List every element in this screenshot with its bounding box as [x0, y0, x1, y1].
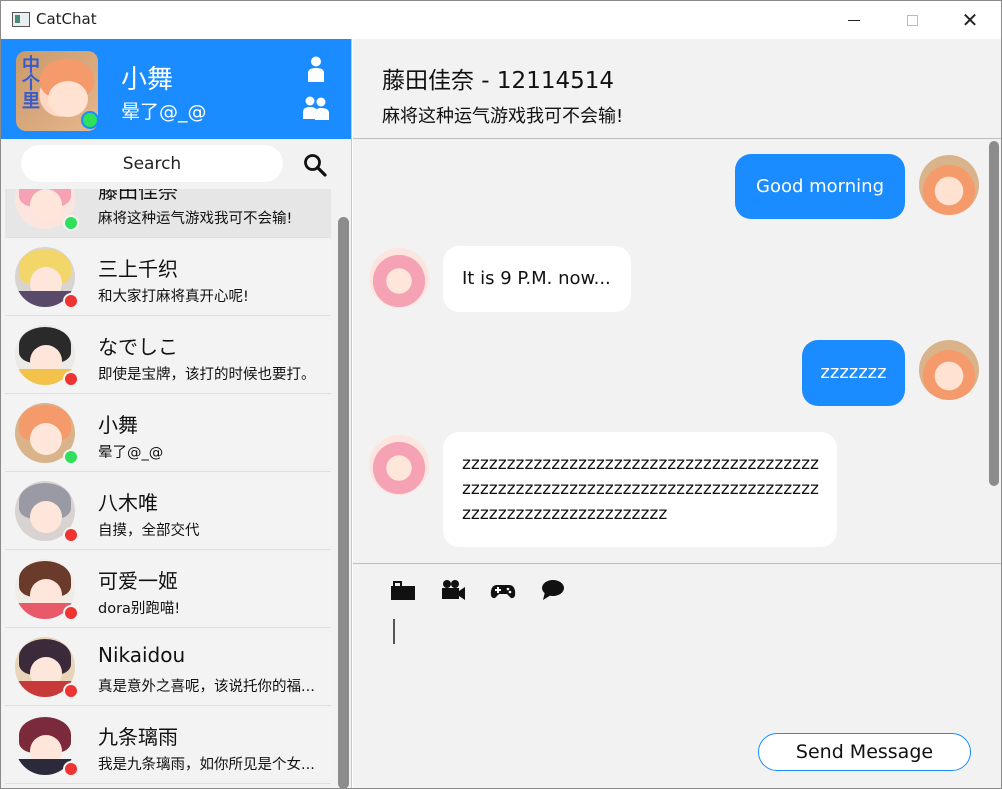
person-icon[interactable]	[304, 56, 328, 82]
video-camera-icon[interactable]	[440, 578, 466, 602]
search-icon[interactable]	[303, 153, 327, 177]
contact-item-kujou-riu[interactable]: 九条璃雨 我是九条璃雨，如你所见是个女...	[5, 707, 331, 784]
search-bar	[1, 139, 351, 189]
app-icon	[12, 12, 30, 27]
avatar	[369, 248, 429, 308]
avatar	[919, 340, 979, 400]
chat-bubble-icon[interactable]	[540, 578, 566, 602]
chat-panel: 藤田佳奈 - 12114514 麻将这种运气游戏我可不会输! Good morn…	[353, 39, 1001, 788]
contact-last-message: 和大家打麻将真开心呢!	[98, 289, 249, 305]
profile-name: 小舞	[121, 65, 174, 95]
chat-header: 藤田佳奈 - 12114514 麻将这种运气游戏我可不会输!	[353, 39, 1001, 139]
contact-item-fujita-kana[interactable]: 藤田佳奈 麻将这种运气游戏我可不会输!	[5, 189, 331, 238]
status-indicator	[63, 293, 79, 309]
contact-item-yagi-yui[interactable]: 八木唯 自摸，全部交代	[5, 473, 331, 550]
status-indicator	[63, 215, 79, 231]
group-icon[interactable]	[300, 95, 332, 121]
contact-last-message: dora别跑喵!	[98, 601, 181, 617]
maximize-icon	[906, 14, 918, 26]
status-indicator	[63, 761, 79, 777]
search-input[interactable]	[21, 145, 283, 182]
contact-name: なでしこ	[98, 335, 178, 359]
avatar-logo: 中个里	[22, 55, 40, 112]
app-window: CatChat ✕ 中个里 小舞 晕了@_@ Search 藤田佳奈 麻将这种运…	[0, 0, 1002, 789]
contact-item-xiaowu[interactable]: 小舞 晕了@_@	[5, 395, 331, 472]
contact-list-scrollbar[interactable]	[338, 217, 349, 788]
chat-subtitle: 麻将这种运气游戏我可不会输!	[382, 106, 624, 127]
text-cursor[interactable]	[393, 619, 395, 644]
message-list-scrollbar[interactable]	[989, 141, 999, 486]
message-bubble-incoming: It is 9 P.M. now...	[443, 246, 631, 312]
status-indicator	[63, 371, 79, 387]
contact-name: 小舞	[98, 413, 138, 437]
left-panel: 中个里 小舞 晕了@_@ Search 藤田佳奈 麻将这种运气游戏我可不会输! …	[1, 39, 352, 788]
contact-name: 藤田佳奈	[98, 189, 178, 203]
contact-last-message: 自摸，全部交代	[98, 523, 200, 539]
close-icon: ✕	[961, 8, 979, 32]
avatar	[369, 435, 429, 495]
status-indicator	[63, 527, 79, 543]
gamepad-icon[interactable]	[490, 578, 516, 602]
contact-last-message: 真是意外之喜呢，该说托你的福...	[98, 679, 315, 695]
close-button[interactable]: ✕	[941, 1, 999, 39]
message-composer: Send Message	[353, 564, 1001, 788]
message-bubble-outgoing: Good morning	[735, 154, 905, 219]
contact-last-message: 我是九条璃雨，如你所见是个女...	[98, 757, 315, 773]
contact-name: Nikaidou	[98, 643, 186, 667]
profile-header: 中个里 小舞 晕了@_@	[1, 39, 351, 139]
contact-list: 藤田佳奈 麻将这种运气游戏我可不会输! 三上千织 和大家打麻将真开心呢! なでし…	[1, 189, 336, 788]
status-indicator	[63, 449, 79, 465]
avatar	[919, 155, 979, 215]
send-message-button[interactable]: Send Message	[758, 733, 971, 771]
contact-item-nikaidou[interactable]: Nikaidou 真是意外之喜呢，该说托你的福...	[5, 629, 331, 706]
status-indicator	[81, 111, 99, 129]
contact-last-message: 麻将这种运气游戏我可不会输!	[98, 211, 293, 227]
contact-name: 三上千织	[98, 257, 178, 281]
maximize-button[interactable]	[883, 1, 941, 39]
status-indicator	[63, 605, 79, 621]
contact-item-mikami-chiori[interactable]: 三上千织 和大家打麻将真开心呢!	[5, 239, 331, 316]
status-indicator	[63, 683, 79, 699]
contact-name: 九条璃雨	[98, 725, 178, 749]
minimize-button[interactable]	[825, 1, 883, 39]
message-bubble-outgoing: zzzzzzz	[802, 340, 905, 406]
title-bar: CatChat ✕	[1, 1, 1001, 39]
contact-last-message: 即使是宝牌，该打的时候也要打。	[98, 367, 316, 383]
contact-item-nadeshiko[interactable]: なでしこ 即使是宝牌，该打的时候也要打。	[5, 317, 331, 394]
message-list: Good morning It is 9 P.M. now... zzzzzzz…	[353, 139, 1001, 564]
briefcase-icon[interactable]	[390, 578, 416, 602]
message-bubble-incoming: zzzzzzzzzzzzzzzzzzzzzzzzzzzzzzzzzzzzzzzz…	[443, 432, 837, 547]
contact-name: 可爱一姬	[98, 569, 178, 593]
window-title: CatChat	[36, 10, 97, 28]
contact-name: 八木唯	[98, 491, 158, 515]
contact-last-message: 晕了@_@	[98, 445, 164, 461]
profile-signature: 晕了@_@	[121, 101, 207, 123]
contact-item-kawaii-ichihime[interactable]: 可爱一姬 dora别跑喵!	[5, 551, 331, 628]
minimize-icon	[848, 19, 860, 21]
chat-title: 藤田佳奈 - 12114514	[382, 68, 614, 94]
